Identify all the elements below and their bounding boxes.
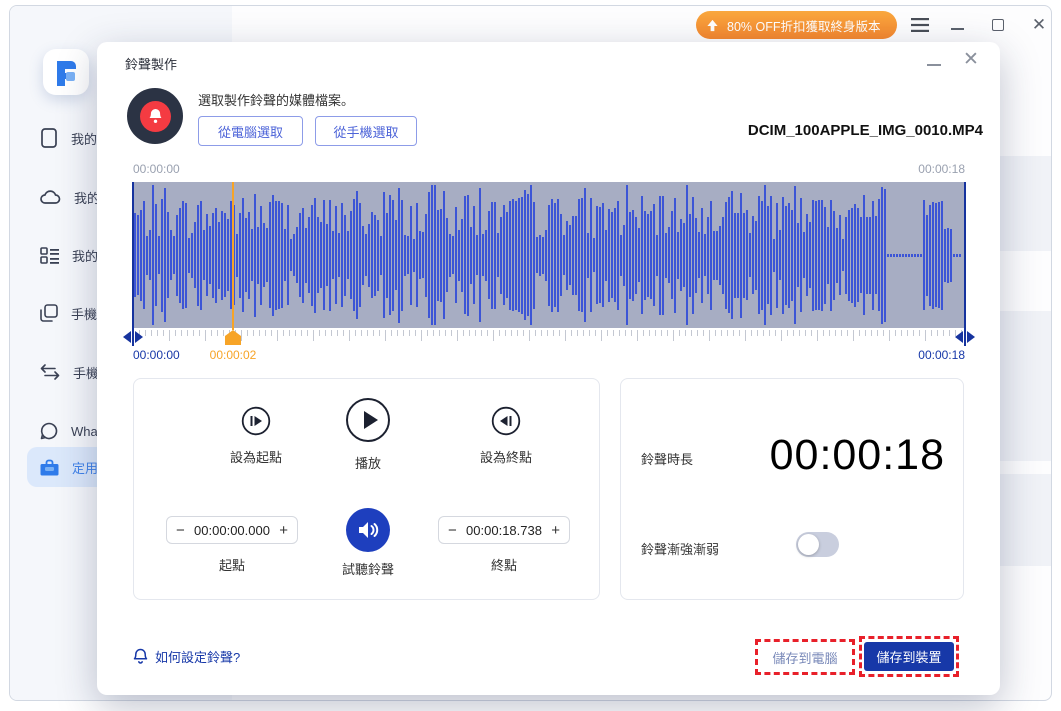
how-to-set-ringtone-link[interactable]: 如何設定鈴聲? xyxy=(133,647,240,666)
copy-icon xyxy=(40,304,58,322)
play-icon xyxy=(345,397,391,443)
hamburger-icon xyxy=(911,18,929,32)
ringtone-badge xyxy=(127,88,183,144)
app-logo xyxy=(43,49,89,95)
trim-controls-panel: 設為起點 播放 設為終點 − 00:00:00.000 + − 00:00:18… xyxy=(133,378,600,600)
dialog-subtitle: 選取製作鈴聲的媒體檔案。 xyxy=(198,90,354,109)
preview-label: 試聽鈴聲 xyxy=(316,559,420,578)
save-to-computer-button[interactable]: 儲存到電腦 xyxy=(759,643,851,671)
transfer-arrows-icon xyxy=(40,364,60,380)
window-close-button[interactable]: ✕ xyxy=(1028,15,1050,35)
chat-bubble-icon xyxy=(40,422,58,440)
playhead-line[interactable] xyxy=(232,182,234,330)
fade-label: 鈴聲漸強漸弱 xyxy=(641,539,719,558)
bell-outline-icon xyxy=(133,648,148,665)
window-maximize-button[interactable] xyxy=(987,15,1009,35)
skip-start-icon xyxy=(241,406,271,436)
trim-start-handle[interactable] xyxy=(123,329,143,345)
toolbox-icon xyxy=(40,459,59,476)
maximize-icon xyxy=(992,19,1004,31)
media-filename: DCIM_100APPLE_IMG_0010.MP4 xyxy=(748,122,983,139)
play-button[interactable] xyxy=(345,397,391,443)
help-link-label: 如何設定鈴聲? xyxy=(155,647,240,666)
menu-button[interactable] xyxy=(909,15,931,35)
minus-button[interactable]: − xyxy=(448,523,457,538)
left-triangle-icon xyxy=(123,331,131,343)
save-to-device-button[interactable]: 儲存到裝置 xyxy=(864,642,954,671)
toggle-knob xyxy=(798,534,819,555)
timeline-ruler xyxy=(133,330,965,345)
up-arrow-icon xyxy=(706,19,719,32)
preview-ringtone-button[interactable] xyxy=(346,508,390,552)
set-start-button[interactable] xyxy=(241,406,271,436)
minimize-icon xyxy=(951,28,964,30)
start-point-label: 起點 xyxy=(180,555,284,574)
select-from-phone-button[interactable]: 從手機選取 xyxy=(315,116,417,146)
left-triangle-icon xyxy=(955,331,963,343)
speaker-icon xyxy=(357,520,379,540)
promo-banner-button[interactable]: 80% OFF折扣獲取終身版本 xyxy=(696,11,897,39)
ringtone-maker-dialog: 鈴聲製作 ✕ 選取製作鈴聲的媒體檔案。 從電腦選取 從手機選取 DCIM_100… xyxy=(97,42,1000,695)
start-time-value: 00:00:00.000 xyxy=(194,523,270,538)
playhead-time-label: 00:00:02 xyxy=(193,348,273,362)
dialog-title: 鈴聲製作 xyxy=(125,54,177,73)
right-triangle-icon xyxy=(135,331,143,343)
waveform-start-time-bottom: 00:00:00 xyxy=(133,348,180,362)
backup-list-icon xyxy=(40,247,59,264)
waveform-end-time-top: 00:00:18 xyxy=(918,162,965,176)
waveform-start-time-top: 00:00:00 xyxy=(133,162,180,176)
minimize-icon xyxy=(927,64,941,66)
bell-icon xyxy=(140,101,171,132)
save-to-device-annotation: 儲存到裝置 xyxy=(859,636,959,677)
app-window: 80% OFF折扣獲取終身版本 ✕ 我的裝置 我的 iClou xyxy=(0,0,1061,711)
select-from-computer-button[interactable]: 從電腦選取 xyxy=(198,116,303,146)
skip-end-icon xyxy=(491,406,521,436)
start-time-stepper[interactable]: − 00:00:00.000 + xyxy=(166,516,298,544)
plus-button[interactable]: + xyxy=(551,523,560,538)
set-end-button[interactable] xyxy=(491,406,521,436)
trim-end-handle[interactable] xyxy=(955,329,975,345)
end-time-value: 00:00:18.738 xyxy=(466,523,542,538)
set-end-label: 設為終點 xyxy=(454,447,558,466)
play-label: 播放 xyxy=(329,453,407,472)
fade-toggle[interactable] xyxy=(796,532,839,557)
minus-button[interactable]: − xyxy=(176,523,185,538)
plus-button[interactable]: + xyxy=(279,523,288,538)
promo-banner-label: 80% OFF折扣獲取終身版本 xyxy=(727,16,881,35)
trim-start-line xyxy=(132,182,134,346)
duration-label: 鈴聲時長 xyxy=(641,449,693,468)
trim-end-line xyxy=(964,182,966,346)
close-icon: ✕ xyxy=(1032,15,1046,35)
waveform-end-time-bottom: 00:00:18 xyxy=(918,348,965,362)
close-icon: ✕ xyxy=(963,49,979,70)
phone-icon xyxy=(40,128,58,148)
window-minimize-button[interactable] xyxy=(946,15,968,35)
waveform-section: 00:00:00 00:00:18 00:00:00 00:00:02 00:0… xyxy=(133,162,965,368)
duration-value: 00:00:18 xyxy=(770,431,945,480)
dialog-minimize-button[interactable] xyxy=(925,48,943,72)
end-point-label: 終點 xyxy=(452,555,556,574)
brand-f-icon xyxy=(52,58,80,86)
end-time-stepper[interactable]: − 00:00:18.738 + xyxy=(438,516,570,544)
ringtone-summary-panel: 鈴聲時長 00:00:18 鈴聲漸強漸弱 xyxy=(620,378,964,600)
right-triangle-icon xyxy=(967,331,975,343)
cloud-icon xyxy=(40,189,61,205)
save-to-computer-annotation: 儲存到電腦 xyxy=(755,639,855,675)
waveform[interactable] xyxy=(133,182,965,328)
set-start-label: 設為起點 xyxy=(204,447,308,466)
dialog-close-button[interactable]: ✕ xyxy=(961,48,981,72)
